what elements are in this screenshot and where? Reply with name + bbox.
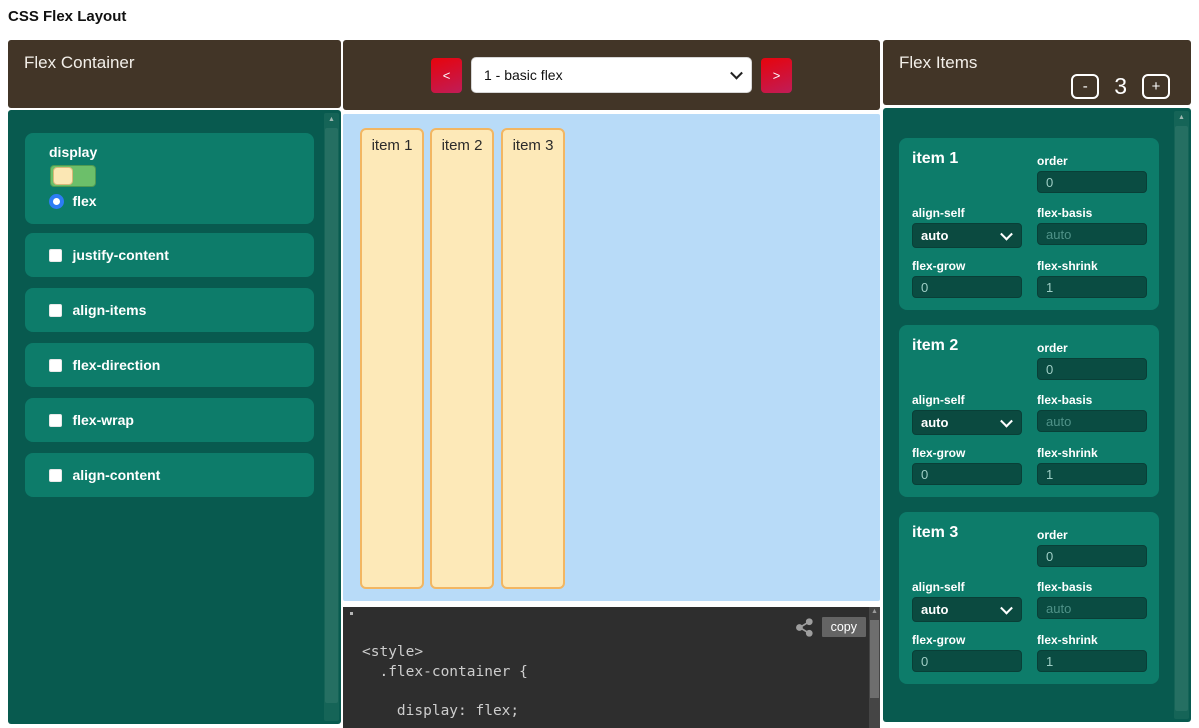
align-items-label: align-items	[72, 302, 146, 318]
prev-example-button[interactable]: <	[431, 58, 462, 93]
align-self-label: align-self	[912, 206, 1022, 220]
display-toggle[interactable]	[50, 165, 96, 187]
left-panel-scrollbar[interactable]: ▲	[324, 113, 339, 721]
item-3-card: item 3 order align-self auto flex-basis …	[899, 512, 1159, 684]
order-input[interactable]	[1037, 171, 1147, 193]
align-content-checkbox[interactable]	[49, 469, 62, 482]
order-label: order	[1037, 154, 1147, 168]
display-label: display	[49, 144, 97, 160]
page-title: CSS Flex Layout	[8, 8, 126, 25]
flex-item-3: item 3	[501, 128, 565, 589]
order-input[interactable]	[1037, 358, 1147, 380]
flex-items-panel-body: ▲ item 1 order align-self auto flex-basi…	[883, 108, 1191, 722]
flex-container-panel-body: ▲ display flex justify-content align-ite…	[8, 110, 341, 724]
flex-item-1: item 1	[360, 128, 424, 589]
align-self-label: align-self	[912, 393, 1022, 407]
flex-basis-input[interactable]	[1037, 597, 1147, 619]
align-self-select[interactable]: auto	[912, 223, 1022, 248]
display-flex-radio-label: flex	[72, 193, 96, 209]
flex-container-panel-header: Flex Container	[8, 40, 341, 108]
item-2-card: item 2 order align-self auto flex-basis …	[899, 325, 1159, 497]
flex-items-panel-title: Flex Items	[899, 53, 977, 73]
property-card-align-content: align-content	[25, 453, 314, 497]
property-card-flex-direction: flex-direction	[25, 343, 314, 387]
scroll-up-icon[interactable]: ▲	[324, 115, 339, 125]
order-input[interactable]	[1037, 545, 1147, 567]
right-scrollbar-thumb[interactable]	[1175, 126, 1188, 711]
next-example-button[interactable]: >	[761, 58, 792, 93]
flex-shrink-label: flex-shrink	[1037, 259, 1147, 273]
flex-wrap-label: flex-wrap	[72, 412, 133, 428]
toggle-knob-icon	[53, 167, 73, 185]
decrease-items-button[interactable]: -	[1071, 74, 1099, 99]
align-self-select[interactable]: auto	[912, 410, 1022, 435]
share-icon[interactable]	[795, 618, 814, 637]
flex-grow-label: flex-grow	[912, 446, 1022, 460]
flex-container-panel-title: Flex Container	[24, 53, 135, 73]
flex-basis-label: flex-basis	[1037, 393, 1147, 407]
flex-items-panel-header: Flex Items - 3 +	[883, 40, 1191, 105]
item-2-title: item 2	[912, 337, 958, 355]
increase-items-button[interactable]: +	[1142, 74, 1170, 99]
flex-direction-checkbox[interactable]	[49, 359, 62, 372]
left-scrollbar-thumb[interactable]	[325, 128, 338, 703]
flex-grow-input[interactable]	[912, 276, 1022, 298]
flex-grow-input[interactable]	[912, 463, 1022, 485]
display-flex-radio[interactable]	[49, 194, 64, 209]
flex-shrink-input[interactable]	[1037, 650, 1147, 672]
flex-basis-input[interactable]	[1037, 223, 1147, 245]
flex-basis-label: flex-basis	[1037, 206, 1147, 220]
justify-content-checkbox[interactable]	[49, 249, 62, 262]
order-label: order	[1037, 341, 1147, 355]
flex-grow-input[interactable]	[912, 650, 1022, 672]
right-panel-scrollbar[interactable]: ▲	[1174, 111, 1189, 719]
property-card-justify-content: justify-content	[25, 233, 314, 277]
align-self-label: align-self	[912, 580, 1022, 594]
property-card-align-items: align-items	[25, 288, 314, 332]
flex-shrink-label: flex-shrink	[1037, 446, 1147, 460]
flex-basis-label: flex-basis	[1037, 580, 1147, 594]
scroll-up-icon[interactable]: ▲	[1174, 113, 1189, 123]
code-text[interactable]: <style> .flex-container { display: flex;	[362, 643, 528, 721]
property-card-flex-wrap: flex-wrap	[25, 398, 314, 442]
example-select[interactable]: 1 - basic flex	[471, 57, 752, 93]
code-scrollbar-thumb[interactable]	[870, 620, 879, 698]
align-self-select[interactable]: auto	[912, 597, 1022, 622]
item-1-card: item 1 order align-self auto flex-basis …	[899, 138, 1159, 310]
flex-shrink-input[interactable]	[1037, 276, 1147, 298]
flex-wrap-checkbox[interactable]	[49, 414, 62, 427]
align-content-label: align-content	[72, 467, 160, 483]
copy-button[interactable]: copy	[822, 617, 866, 637]
flex-direction-label: flex-direction	[72, 357, 160, 373]
item-3-title: item 3	[912, 524, 958, 542]
flex-item-2: item 2	[430, 128, 494, 589]
flex-shrink-input[interactable]	[1037, 463, 1147, 485]
preview-header: < 1 - basic flex >	[343, 40, 880, 110]
flex-shrink-label: flex-shrink	[1037, 633, 1147, 647]
order-label: order	[1037, 528, 1147, 542]
code-panel: copy <style> .flex-container { display: …	[343, 607, 880, 728]
item-count: 3	[1114, 73, 1127, 100]
display-card: display flex	[25, 133, 314, 224]
code-scrollbar[interactable]: ▲	[869, 607, 880, 728]
code-cursor-dot	[350, 612, 353, 615]
item-1-title: item 1	[912, 150, 958, 168]
flex-grow-label: flex-grow	[912, 259, 1022, 273]
scroll-up-icon[interactable]: ▲	[869, 608, 880, 615]
flex-preview-area: item 1 item 2 item 3	[343, 114, 880, 601]
justify-content-label: justify-content	[72, 247, 168, 263]
align-items-checkbox[interactable]	[49, 304, 62, 317]
flex-grow-label: flex-grow	[912, 633, 1022, 647]
flex-basis-input[interactable]	[1037, 410, 1147, 432]
